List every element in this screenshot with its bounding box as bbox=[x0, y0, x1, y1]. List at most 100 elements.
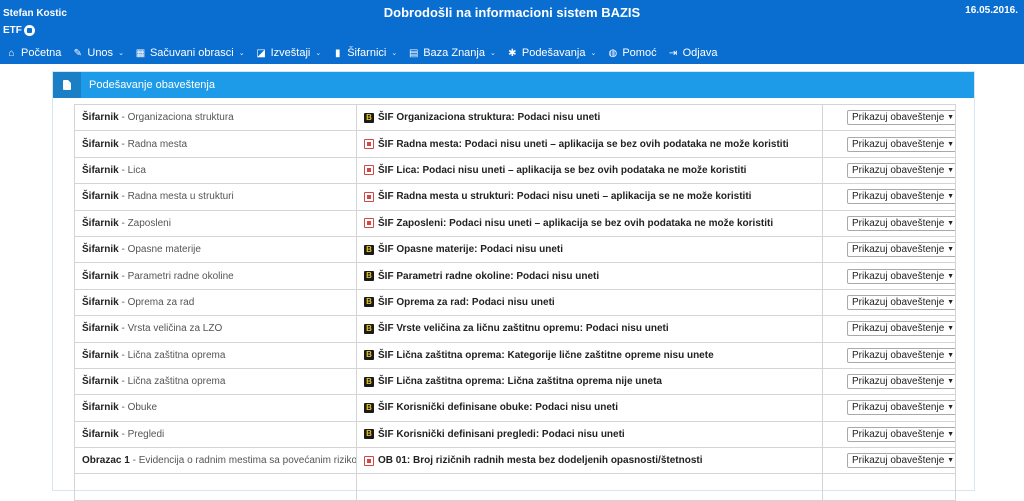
table-row: Šifarnik - Obuke B ŠIF Korisnički definisa… bbox=[74, 394, 956, 422]
option-cell: Prikazuj obaveštenje ▼ bbox=[822, 420, 956, 449]
source-group: Šifarnik bbox=[82, 164, 119, 176]
dropdown-arrow-icon: ▼ bbox=[947, 298, 954, 306]
nav-item-izve-taji[interactable]: ◪ Izveštaji ⌄ bbox=[256, 47, 321, 59]
notification-mode-select[interactable]: Prikazuj obaveštenje ▼ bbox=[847, 136, 955, 152]
select-value: Prikazuj obaveštenje bbox=[852, 323, 945, 335]
dropdown-arrow-icon: ▼ bbox=[947, 457, 954, 465]
panel-header: Podešavanje obaveštenja bbox=[53, 72, 974, 98]
main-nav: ⌂ Početna ✎ Unos ⌄ ▦ Sačuvani obrasci ⌄ ◪ Izvešta… bbox=[0, 44, 722, 62]
select-value: Prikazuj obaveštenje bbox=[852, 376, 945, 388]
nav-item-odjava[interactable]: ⇥ Odjava bbox=[668, 47, 718, 59]
globe-icon: ◍ bbox=[608, 47, 618, 59]
source-name: Pregledi bbox=[127, 428, 165, 440]
notification-mode-select[interactable]: Prikazuj obaveštenje ▼ bbox=[847, 215, 955, 231]
notification-mode-select[interactable]: Prikazuj obaveštenje ▼ bbox=[847, 110, 955, 126]
notification-message: ŠIF Oprema za rad: Podaci nisu uneti bbox=[378, 296, 555, 308]
source-cell: Šifarnik - Oprema za rad bbox=[74, 288, 357, 317]
warning-badge-icon: B bbox=[364, 244, 374, 255]
chevron-down-icon: ⌄ bbox=[118, 50, 124, 57]
nav-item-unos[interactable]: ✎ Unos ⌄ bbox=[72, 47, 124, 59]
nav-item-baza-znanja[interactable]: ▤ Baza Znanja ⌄ bbox=[408, 47, 496, 59]
notification-message: ŠIF Korisnički definisani pregledi: Poda… bbox=[378, 428, 625, 440]
warning-badge-icon: B bbox=[364, 323, 374, 334]
notification-message: ŠIF Lica: Podaci nisu uneti – aplikacija… bbox=[378, 164, 747, 176]
dropdown-arrow-icon: ▼ bbox=[947, 272, 954, 280]
notification-mode-select[interactable]: Prikazuj obaveštenje ▼ bbox=[847, 189, 955, 205]
option-cell: Prikazuj obaveštenje ▼ bbox=[822, 262, 956, 290]
option-cell: Prikazuj obaveštenje ▼ bbox=[822, 288, 956, 317]
warning-badge-icon: B bbox=[364, 350, 374, 361]
message-cell: B ŠIF Parametri radne okoline: Podaci nis… bbox=[356, 262, 823, 290]
source-group: Šifarnik bbox=[82, 428, 119, 440]
nav-item-label: Sačuvani obrasci bbox=[149, 47, 234, 59]
notification-message: ŠIF Vrste veličina za ličnu zaštitnu opr… bbox=[378, 323, 669, 335]
notification-mode-select[interactable]: Prikazuj obaveštenje ▼ bbox=[847, 374, 955, 390]
dropdown-arrow-icon: ▼ bbox=[947, 140, 954, 148]
message-cell: B ŠIF Oprema za rad: Podaci nisu uneti bbox=[356, 288, 823, 317]
nav-item-sa-uvani-obrasci[interactable]: ▦ Sačuvani obrasci ⌄ bbox=[135, 47, 245, 59]
pencil-icon: ✎ bbox=[73, 47, 83, 59]
source-group: Šifarnik bbox=[82, 296, 119, 308]
home-icon: ⌂ bbox=[8, 47, 15, 59]
org-toggle-icon[interactable] bbox=[23, 25, 35, 36]
notification-mode-select[interactable]: Prikazuj obaveštenje ▼ bbox=[847, 268, 955, 284]
table-row: Šifarnik - Radna mesta u strukturi ŠIF Ra… bbox=[74, 183, 956, 211]
table-row: Šifarnik - Lična zaštitna oprema B ŠIF Lič… bbox=[74, 341, 956, 369]
dropdown-arrow-icon: ▼ bbox=[947, 404, 954, 412]
notification-mode-select[interactable]: Prikazuj obaveštenje ▼ bbox=[847, 294, 955, 310]
nav-item--ifarnici[interactable]: ▮ Šifarnici ⌄ bbox=[332, 47, 397, 59]
warning-badge-icon: B bbox=[364, 402, 374, 413]
table-row: Šifarnik - Opasne materije B ŠIF Opasne ma… bbox=[74, 235, 956, 264]
option-cell: Prikazuj obaveštenje ▼ bbox=[822, 341, 956, 369]
source-cell bbox=[74, 473, 357, 501]
nav-item-pomo-[interactable]: ◍ Pomoć bbox=[607, 47, 656, 59]
notification-mode-select[interactable]: Prikazuj obaveštenje ▼ bbox=[847, 400, 955, 416]
option-cell: Prikazuj obaveštenje ▼ bbox=[822, 235, 956, 264]
source-cell: Obrazac 1 - Evidencija o radnim mestima … bbox=[74, 447, 357, 475]
dropdown-arrow-icon: ▼ bbox=[947, 325, 954, 333]
source-cell: Šifarnik - Radna mesta bbox=[74, 130, 357, 158]
source-group: Šifarnik bbox=[82, 376, 119, 388]
message-cell bbox=[356, 473, 823, 501]
select-value: Prikazuj obaveštenje bbox=[852, 244, 945, 256]
option-cell bbox=[822, 473, 956, 501]
nav-item-po-etna[interactable]: ⌂ Početna bbox=[6, 47, 61, 59]
nav-item-label: Baza Znanja bbox=[423, 47, 485, 59]
chevron-down-icon: ⌄ bbox=[238, 50, 245, 57]
notification-message: OB 01: Broj rizičnih radnih mesta bez do… bbox=[378, 455, 703, 467]
table-icon: ▦ bbox=[135, 47, 146, 59]
nav-item-pode-avanja[interactable]: ✱ Podešavanja ⌄ bbox=[507, 47, 596, 59]
select-value: Prikazuj obaveštenje bbox=[852, 270, 945, 282]
warning-badge-icon: B bbox=[364, 376, 374, 387]
source-cell: Šifarnik - Lica bbox=[74, 156, 357, 185]
warning-badge-icon: B bbox=[364, 297, 374, 308]
notification-mode-select[interactable]: Prikazuj obaveštenje ▼ bbox=[847, 321, 955, 337]
org-switch[interactable]: ETF bbox=[3, 22, 67, 39]
current-date: 16.05.2016. bbox=[965, 5, 1018, 16]
source-group: Šifarnik bbox=[82, 112, 119, 124]
message-cell: ŠIF Lica: Podaci nisu uneti – aplikacija… bbox=[356, 156, 823, 185]
source-name: Opasne materije bbox=[127, 244, 201, 256]
notification-mode-select[interactable]: Prikazuj obaveštenje ▼ bbox=[847, 426, 955, 442]
option-cell: Prikazuj obaveštenje ▼ bbox=[822, 130, 956, 158]
notification-mode-select[interactable]: Prikazuj obaveštenje ▼ bbox=[847, 162, 955, 178]
option-cell: Prikazuj obaveštenje ▼ bbox=[822, 209, 956, 237]
source-name: Vrsta veličina za LZO bbox=[127, 323, 223, 335]
table-row: Šifarnik - Vrsta veličina za LZO B ŠIF Vrs… bbox=[74, 315, 956, 343]
notification-mode-select[interactable]: Prikazuj obaveštenje ▼ bbox=[847, 242, 955, 258]
notification-mode-select[interactable]: Prikazuj obaveštenje ▼ bbox=[847, 453, 955, 469]
dropdown-arrow-icon: ▼ bbox=[947, 351, 954, 359]
logout-icon: ⇥ bbox=[668, 47, 678, 59]
option-cell: Prikazuj obaveštenje ▼ bbox=[822, 394, 956, 422]
source-group: Šifarnik bbox=[82, 138, 119, 150]
message-cell: B ŠIF Lična zaštitna oprema: Kategorije l… bbox=[356, 341, 823, 369]
message-cell: B ŠIF Opasne materije: Podaci nisu uneti bbox=[356, 235, 823, 264]
dropdown-arrow-icon: ▼ bbox=[947, 193, 954, 201]
dropdown-arrow-icon: ▼ bbox=[947, 114, 954, 122]
message-cell: ŠIF Radna mesta: Podaci nisu uneti – apl… bbox=[356, 130, 823, 158]
database-icon: ▤ bbox=[408, 47, 419, 59]
message-cell: B ŠIF Vrste veličina za ličnu zaštitnu op… bbox=[356, 315, 823, 343]
source-name: Oprema za rad bbox=[127, 296, 195, 308]
notification-mode-select[interactable]: Prikazuj obaveštenje ▼ bbox=[847, 347, 955, 363]
org-name: ETF bbox=[3, 25, 22, 36]
